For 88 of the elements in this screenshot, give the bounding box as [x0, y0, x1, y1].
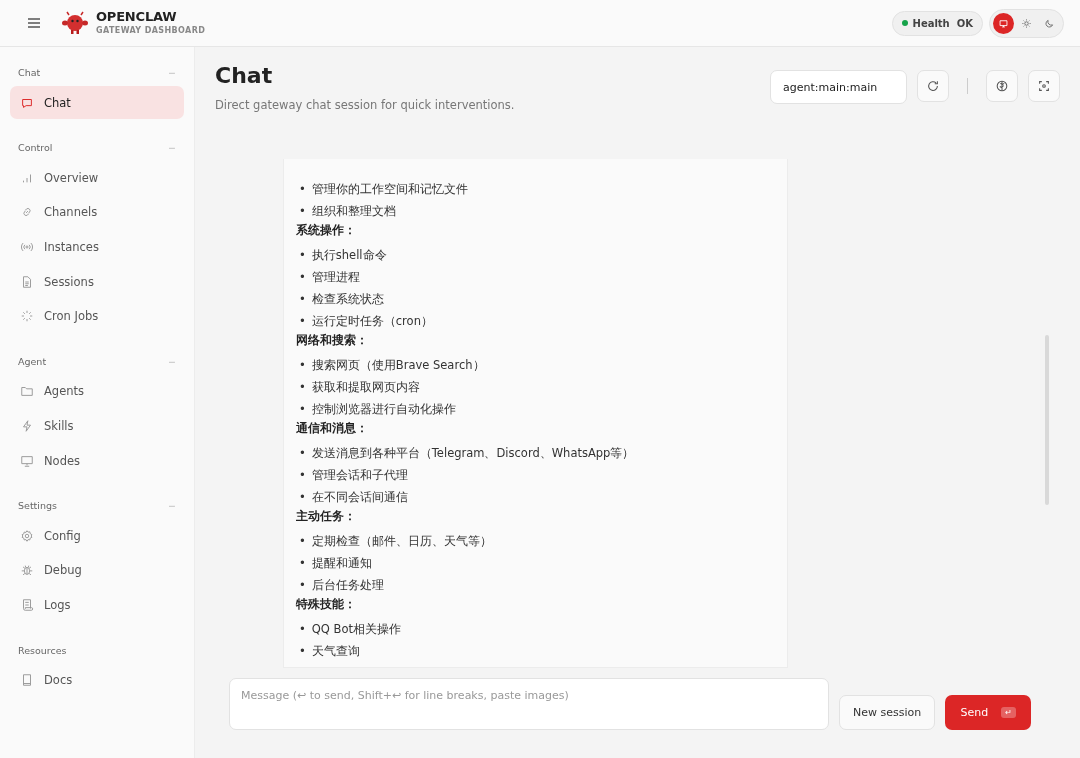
session-select[interactable]: agent:main:main: [770, 70, 907, 104]
sidebar-item[interactable]: Agents: [10, 374, 184, 408]
new-session-button[interactable]: New session: [839, 695, 936, 730]
bullet-marker: •: [299, 577, 306, 593]
health-value: OK: [956, 17, 973, 29]
message-bullet-item: 发送消息到各种平台（Telegram、Discord、WhatsApp等）: [311, 445, 635, 461]
bullet-marker: •: [299, 489, 306, 505]
page-subtitle: Direct gateway chat session for quick interventions.: [215, 98, 515, 112]
lightning-icon: [20, 418, 34, 433]
brain-button[interactable]: [986, 70, 1018, 102]
bullet-marker: •: [299, 291, 306, 307]
bullet-marker: •: [299, 313, 306, 329]
sidebar-item[interactable]: Sessions: [10, 265, 184, 299]
message-input[interactable]: Message (↩ to send, Shift+↩ for line breaks, paste images): [229, 678, 829, 730]
sun-icon: [1021, 17, 1032, 29]
sidebar-item[interactable]: Skills: [10, 409, 184, 443]
bug-icon: [20, 563, 34, 578]
scroll-icon: [20, 598, 34, 612]
monitor-icon: [20, 453, 34, 468]
bullet-marker: •: [299, 401, 306, 417]
document-icon: [20, 274, 34, 289]
monitor-icon: [998, 17, 1009, 29]
spinner-icon: [20, 309, 34, 324]
send-button[interactable]: Send ↵: [945, 695, 1032, 730]
message-bullet-item: 天气查询: [311, 643, 360, 659]
bullet-marker: •: [299, 357, 306, 373]
message-bullet-item: QQ Bot相关操作: [311, 621, 401, 637]
message-bullet-item: 定期检查（邮件、日历、天气等）: [311, 533, 492, 549]
bullet-marker: •: [299, 467, 306, 483]
message-bullet-item: 执行shell命令: [311, 247, 387, 263]
crab-mascot-logo: [62, 11, 88, 35]
message-bullet-item: 运行定时任务（cron）: [311, 313, 433, 329]
bullet-marker: •: [299, 181, 306, 197]
message-bullet-item: 在不同会话间通信: [311, 489, 408, 505]
message-bullet-item: 控制浏览器进行自动化操作: [311, 401, 456, 417]
sidebar-item[interactable]: Overview: [10, 161, 184, 194]
brand-name: OPENCLAW: [96, 10, 178, 25]
message-heading: 主动任务：: [296, 508, 357, 524]
moon-icon: [1044, 17, 1055, 29]
page-title: Chat: [215, 63, 274, 88]
sidebar-item[interactable]: Instances: [10, 230, 184, 264]
sidebar-item[interactable]: Config: [10, 519, 184, 553]
sidebar-item[interactable]: Nodes: [10, 444, 184, 478]
sidebar-section-title: Agent: [18, 355, 47, 367]
sidebar-item[interactable]: Channels: [10, 195, 184, 229]
message-bullet-item: 搜索网页（使用Brave Search）: [311, 357, 485, 373]
enter-key-hint: ↵: [1001, 707, 1016, 718]
bullet-marker: •: [299, 269, 306, 285]
sidebar-item[interactable]: Debug: [10, 553, 184, 587]
message-heading: 特殊技能：: [296, 596, 357, 612]
message-bullet-item: 管理会话和子代理: [311, 467, 408, 483]
sidebar-item[interactable]: Logs: [10, 588, 184, 622]
system-theme-button[interactable]: [993, 12, 1014, 34]
refresh-button[interactable]: [917, 70, 949, 102]
book-icon: [20, 673, 34, 687]
sidebar-item[interactable]: Chat: [10, 86, 184, 119]
focus-button[interactable]: [1028, 70, 1060, 102]
sidebar-section-title: Chat: [18, 67, 41, 78]
bullet-marker: •: [299, 533, 306, 549]
settings-icon: [20, 528, 34, 543]
sidebar-item[interactable]: Cron Jobs: [10, 299, 184, 333]
bullet-marker: •: [299, 621, 306, 637]
sidebar-section-title: Settings: [18, 500, 57, 512]
message-bullet-item: 管理进程: [311, 269, 360, 285]
bullet-marker: •: [299, 247, 306, 263]
message-heading: 通信和消息：: [296, 420, 369, 436]
message-bullet-item: 获取和提取网页内容: [311, 379, 420, 395]
folder-icon: [20, 384, 34, 399]
brand-subtitle: GATEWAY DASHBOARD: [96, 26, 206, 36]
bullet-marker: •: [299, 643, 306, 659]
message-heading: 网络和搜索：: [296, 332, 369, 348]
message-bullet-item: 组织和整理文档: [311, 203, 396, 219]
sidebar-section-title: Control: [18, 142, 53, 153]
message-bullet-item: 检查系统状态: [311, 291, 384, 307]
message-bullet-item: 管理你的工作空间和记忆文件: [311, 181, 468, 197]
bullet-marker: •: [299, 379, 306, 395]
health-label: Health: [912, 17, 950, 29]
bullet-marker: •: [299, 203, 306, 219]
message-bullet-item: 提醒和通知: [311, 555, 372, 571]
bullet-marker: •: [299, 555, 306, 571]
refresh-icon: [926, 79, 940, 93]
sidebar-section-title: Resources: [18, 644, 67, 656]
focus-frame-icon: [1037, 79, 1051, 93]
sidebar-item[interactable]: Docs: [10, 663, 184, 697]
bullet-marker: •: [299, 445, 306, 461]
message-heading: 系统操作：: [296, 222, 357, 238]
message-bullet-item: 后台任务处理: [311, 577, 384, 593]
menu-icon[interactable]: [26, 15, 42, 31]
